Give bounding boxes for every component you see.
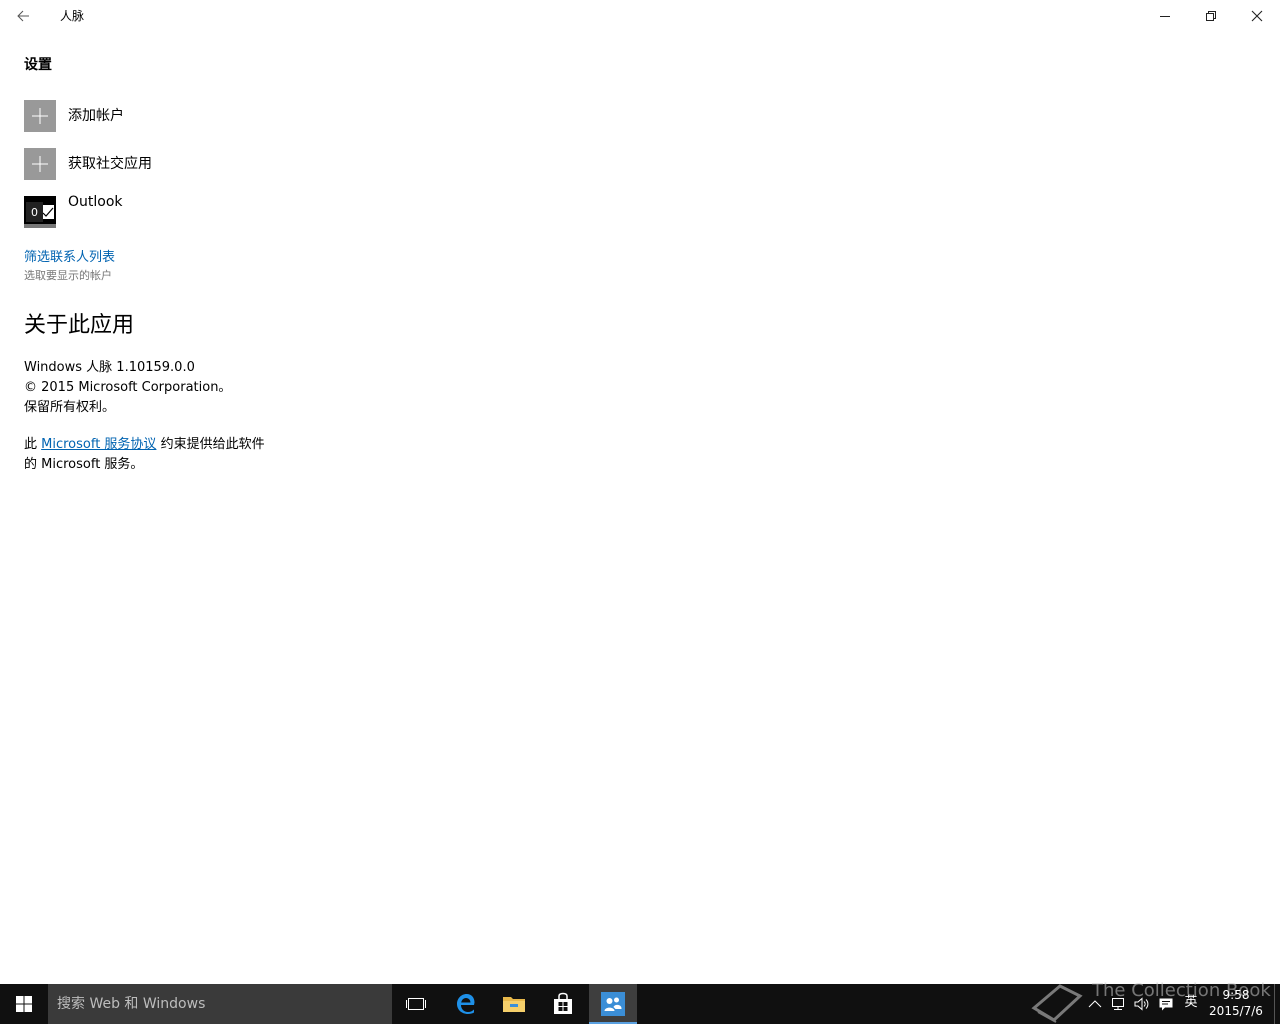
about-rights: 保留所有权利。 xyxy=(24,400,116,415)
windows-logo-icon xyxy=(16,996,32,1012)
outlook-icon: 0 xyxy=(24,196,56,228)
task-view-button[interactable] xyxy=(392,984,440,1024)
about-terms-line-2: 的 Microsoft 服务。 xyxy=(24,457,144,472)
restore-icon xyxy=(1206,11,1216,21)
about-terms-line: 此 Microsoft 服务协议 约束提供给此软件 xyxy=(24,436,265,454)
app-title: 人脉 xyxy=(60,9,85,23)
network-icon xyxy=(1112,998,1124,1010)
outlook-tile: 0 xyxy=(24,196,56,228)
action-center-button[interactable] xyxy=(1156,994,1178,1014)
book-icon xyxy=(1031,984,1083,1023)
settings-heading: 设置 xyxy=(24,57,52,73)
restore-button[interactable] xyxy=(1188,0,1234,32)
volume-icon xyxy=(1134,997,1149,1011)
people-app-button[interactable] xyxy=(589,984,637,1024)
filter-contacts-link[interactable]: 筛选联系人列表 xyxy=(24,250,115,266)
search-placeholder: 搜索 Web 和 Windows xyxy=(57,996,206,1012)
about-version: Windows 人脉 1.10159.0.0 xyxy=(24,360,195,375)
notification-icon xyxy=(1159,998,1173,1011)
get-social-apps-button[interactable]: 获取社交应用 xyxy=(24,148,284,180)
terms-prefix: 此 xyxy=(24,437,42,452)
task-view-icon xyxy=(406,998,426,1010)
title-bar: 人脉 xyxy=(0,0,1280,32)
taskbar-clock[interactable]: 9:58 2015/7/6 xyxy=(1206,987,1266,1019)
services-agreement-link[interactable]: Microsoft 服务协议 xyxy=(41,437,156,452)
plus-icon xyxy=(32,108,48,124)
file-explorer-icon xyxy=(503,997,525,1012)
volume-button[interactable] xyxy=(1131,994,1153,1014)
show-hidden-icons-button[interactable] xyxy=(1085,994,1107,1014)
social-apps-tile xyxy=(24,148,56,180)
minimize-icon xyxy=(1160,16,1170,17)
close-button[interactable] xyxy=(1234,0,1280,32)
back-button[interactable] xyxy=(8,4,40,28)
add-account-button[interactable]: 添加帐户 xyxy=(24,100,284,132)
filter-contacts-description: 选取要显示的帐户 xyxy=(24,269,112,282)
edge-button[interactable] xyxy=(442,984,490,1024)
about-heading: 关于此应用 xyxy=(24,313,135,338)
terms-suffix: 约束提供给此软件 xyxy=(156,437,265,452)
file-explorer-button[interactable] xyxy=(490,984,538,1024)
clock-time: 9:58 xyxy=(1222,988,1250,1002)
about-copyright: © 2015 Microsoft Corporation。 xyxy=(24,380,232,395)
start-button[interactable] xyxy=(0,984,48,1024)
edge-icon xyxy=(457,994,475,1014)
add-account-label: 添加帐户 xyxy=(68,108,124,124)
taskbar: 搜索 Web 和 Windows The Collection Book 英 9… xyxy=(0,980,1280,1024)
back-arrow-icon xyxy=(17,10,29,22)
store-icon xyxy=(554,992,572,1014)
svg-text:0: 0 xyxy=(31,206,38,219)
plus-icon xyxy=(32,156,48,172)
add-account-tile xyxy=(24,100,56,132)
close-icon xyxy=(1251,10,1263,22)
input-method-indicator[interactable]: 英 xyxy=(1180,994,1202,1014)
show-desktop-button[interactable] xyxy=(1274,984,1280,1024)
get-social-apps-label: 获取社交应用 xyxy=(68,156,152,172)
taskbar-search-box[interactable]: 搜索 Web 和 Windows xyxy=(48,984,392,1024)
clock-date: 2015/7/6 xyxy=(1209,1004,1263,1018)
outlook-account-button[interactable]: 0 Outlook xyxy=(24,194,284,228)
chevron-up-icon xyxy=(1088,1000,1102,1008)
store-button[interactable] xyxy=(539,984,587,1024)
outlook-label: Outlook xyxy=(68,194,123,210)
minimize-button[interactable] xyxy=(1142,0,1188,32)
network-button[interactable] xyxy=(1108,994,1130,1014)
people-icon xyxy=(601,992,625,1016)
